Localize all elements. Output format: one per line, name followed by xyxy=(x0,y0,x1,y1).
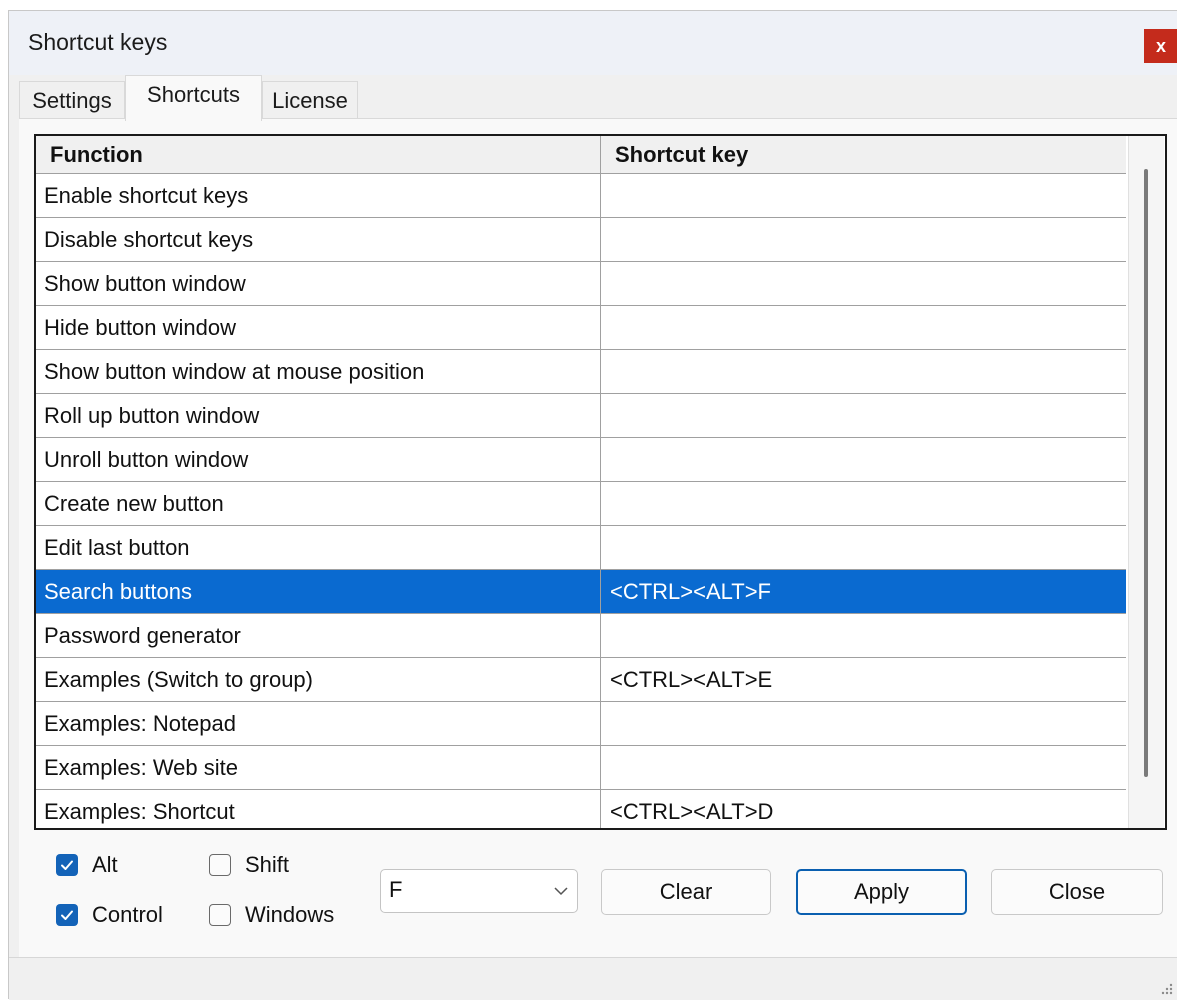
clear-button[interactable]: Clear xyxy=(601,869,771,915)
checkmark-icon xyxy=(61,860,73,870)
shortcut-key-cell xyxy=(601,614,1126,657)
function-cell: Roll up button window xyxy=(36,394,601,437)
table-row[interactable]: Examples: Shortcut <CTRL><ALT>D xyxy=(36,790,1126,828)
tab-strip: Settings Shortcuts License xyxy=(19,75,1177,121)
function-cell: Create new button xyxy=(36,482,601,525)
shift-checkbox-box[interactable] xyxy=(209,854,231,876)
table-row[interactable]: Examples (Switch to group) <CTRL><ALT>E xyxy=(36,658,1126,702)
function-cell: Examples: Shortcut xyxy=(36,790,601,828)
shortcut-key-cell xyxy=(601,526,1126,569)
window-title: Shortcut keys xyxy=(28,29,168,55)
table-row[interactable]: Unroll button window xyxy=(36,438,1126,482)
function-cell: Enable shortcut keys xyxy=(36,174,601,217)
scrollbar-thumb[interactable] xyxy=(1144,169,1148,777)
function-cell: Examples: Web site xyxy=(36,746,601,789)
shortcut-key-cell xyxy=(601,306,1126,349)
shortcut-key-cell: <CTRL><ALT>E xyxy=(610,666,773,692)
shortcut-key-cell xyxy=(601,394,1126,437)
grid-header: Function Shortcut key xyxy=(36,136,1126,174)
shortcut-key-cell: <CTRL><ALT>F xyxy=(610,578,771,604)
shortcuts-grid[interactable]: Function Shortcut key Enable shortcut ke… xyxy=(34,134,1167,830)
function-cell: Show button window xyxy=(36,262,601,305)
close-button[interactable]: Close xyxy=(991,869,1163,915)
function-cell: Show button window at mouse position xyxy=(36,350,601,393)
table-row[interactable]: Create new button xyxy=(36,482,1126,526)
apply-button[interactable]: Apply xyxy=(796,869,967,915)
function-cell: Examples: Notepad xyxy=(36,702,601,745)
column-header-function[interactable]: Function xyxy=(36,136,601,173)
function-cell: Unroll button window xyxy=(36,438,601,481)
table-row[interactable]: Roll up button window xyxy=(36,394,1126,438)
table-row[interactable]: Show button window xyxy=(36,262,1126,306)
function-cell: Hide button window xyxy=(36,306,601,349)
tab-settings[interactable]: Settings xyxy=(19,81,125,119)
function-cell: Edit last button xyxy=(36,526,601,569)
function-cell: Search buttons xyxy=(36,570,601,613)
table-row[interactable]: Enable shortcut keys xyxy=(36,174,1126,218)
shortcut-key-cell xyxy=(601,438,1126,481)
shortcut-key-cell xyxy=(601,746,1126,789)
vertical-scrollbar[interactable] xyxy=(1128,136,1164,828)
status-bar xyxy=(9,957,1177,1000)
windows-label: Windows xyxy=(245,902,335,927)
windows-checkbox[interactable]: Windows xyxy=(209,902,334,928)
shortcut-key-cell xyxy=(601,174,1126,217)
shift-checkbox[interactable]: Shift xyxy=(209,852,289,878)
table-row[interactable]: Search buttons <CTRL><ALT>F xyxy=(36,570,1126,614)
windows-checkbox-box[interactable] xyxy=(209,904,231,926)
alt-checkbox[interactable]: Alt xyxy=(56,852,118,878)
control-checkbox-box[interactable] xyxy=(56,904,78,926)
grid-rows: Enable shortcut keys Disable shortcut key… xyxy=(36,174,1126,828)
alt-label: Alt xyxy=(92,852,118,877)
control-checkbox[interactable]: Control xyxy=(56,902,163,928)
table-row[interactable]: Edit last button xyxy=(36,526,1126,570)
shift-label: Shift xyxy=(245,852,290,877)
checkmark-icon xyxy=(61,910,73,920)
shortcut-key-cell: <CTRL><ALT>D xyxy=(610,798,774,824)
shortcut-key-cell xyxy=(601,350,1126,393)
table-row[interactable]: Examples: Web site xyxy=(36,746,1126,790)
resize-grip-icon[interactable] xyxy=(1158,980,1174,996)
table-row[interactable]: Examples: Notepad xyxy=(36,702,1126,746)
title-bar: Shortcut keys x xyxy=(9,11,1177,75)
shortcut-key-cell xyxy=(601,702,1126,745)
shortcut-key-cell xyxy=(601,218,1126,261)
table-row[interactable]: Hide button window xyxy=(36,306,1126,350)
control-label: Control xyxy=(92,902,163,927)
chevron-down-icon[interactable] xyxy=(553,883,569,899)
table-row[interactable]: Password generator xyxy=(36,614,1126,658)
shortcut-key-cell xyxy=(601,262,1126,305)
key-select[interactable]: F xyxy=(380,869,578,913)
key-select-value: F xyxy=(389,877,403,902)
tab-license[interactable]: License xyxy=(262,81,358,119)
shortcut-keys-window: Shortcut keys x Settings Shortcuts Licen… xyxy=(8,10,1177,1000)
table-row[interactable]: Disable shortcut keys xyxy=(36,218,1126,262)
tab-shortcuts[interactable]: Shortcuts xyxy=(125,75,262,121)
close-window-button[interactable]: x xyxy=(1144,29,1177,63)
shortcut-key-cell xyxy=(601,482,1126,525)
function-cell: Examples (Switch to group) xyxy=(36,658,601,701)
alt-checkbox-box[interactable] xyxy=(56,854,78,876)
function-cell: Password generator xyxy=(36,614,601,657)
function-cell: Disable shortcut keys xyxy=(36,218,601,261)
table-row[interactable]: Show button window at mouse position xyxy=(36,350,1126,394)
column-header-shortcut-key[interactable]: Shortcut key xyxy=(601,136,1126,173)
